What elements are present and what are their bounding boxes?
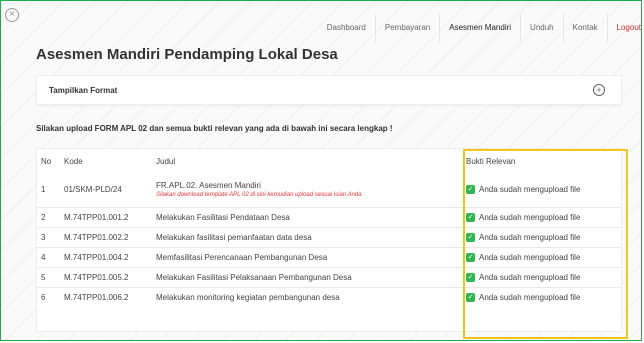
checkbox-checked-icon[interactable]: ✓: [466, 213, 475, 223]
header-no: No: [41, 157, 52, 166]
cell-judul: Memfasilitasi Perencanaan Pembangunan De…: [152, 247, 462, 268]
table-row: 1 01/SKM-PLD/24 FR.APL.02. Asesmen Mandi…: [37, 172, 621, 208]
top-nav: Dashboard Pembayaran Asesmen Mandiri Und…: [318, 14, 644, 42]
table-row: 3 M.74TPP01.002.2 Melakukan fasilitasi p…: [37, 227, 621, 248]
download-template-link[interactable]: Silakan download template APL 02 di sini…: [156, 192, 458, 198]
nav-kontak[interactable]: Kontak: [564, 14, 608, 42]
cell-kode: M.74TPP01.001.2: [60, 207, 152, 228]
table-row: 2 M.74TPP01.001.2 Melakukan Fasilitasi P…: [37, 207, 621, 228]
judul-text: FR.APL.02. Asesmen Mandiri: [156, 181, 261, 190]
cell-bukti: ✓ Anda sudah mengupload file: [462, 172, 621, 208]
cell-judul: Melakukan Fasilitasi Pendataan Desa: [152, 207, 462, 228]
cell-no: 5: [37, 267, 60, 288]
nav-unduh[interactable]: Unduh: [521, 14, 564, 42]
upload-status: Anda sudah mengupload file: [479, 292, 581, 302]
format-accordion[interactable]: Tampilkan Format +: [36, 75, 622, 105]
upload-status: Anda sudah mengupload file: [479, 232, 581, 242]
checkbox-checked-icon[interactable]: ✓: [466, 253, 475, 263]
header-kode: Kode: [64, 157, 83, 166]
checkbox-checked-icon[interactable]: ✓: [466, 273, 475, 283]
cell-bukti: ✓ Anda sudah mengupload file: [462, 267, 621, 288]
page-title: Asesmen Mandiri Pendamping Lokal Desa: [36, 46, 338, 63]
cell-bukti: ✓ Anda sudah mengupload file: [462, 207, 621, 228]
cell-no: 2: [37, 207, 60, 228]
cell-judul: Melakukan monitoring kegiatan pembanguna…: [152, 287, 462, 307]
table-row: 4 M.74TPP01.004.2 Memfasilitasi Perencan…: [37, 247, 621, 268]
cell-no: 3: [37, 227, 60, 248]
header-judul: Judul: [156, 157, 176, 166]
cell-judul: Melakukan Fasilitasi Pelaksanaan Pembang…: [152, 267, 462, 288]
cell-bukti: ✓ Anda sudah mengupload file: [462, 227, 621, 248]
cell-judul: FR.APL.02. Asesmen Mandiri Silakan downl…: [152, 172, 462, 208]
nav-logout[interactable]: Logout: [608, 14, 644, 42]
nav-dashboard[interactable]: Dashboard: [318, 14, 376, 42]
cell-bukti: ✓ Anda sudah mengupload file: [462, 287, 621, 307]
cell-no: 1: [41, 185, 46, 194]
cell-bukti: ✓ Anda sudah mengupload file: [462, 247, 621, 268]
table-row: 5 M.74TPP01.005.2 Melakukan Fasilitasi P…: [37, 267, 621, 288]
format-label: Tampilkan Format: [49, 86, 118, 95]
cell-kode: M.74TPP01.006.2: [60, 287, 152, 307]
close-icon[interactable]: ×: [5, 8, 19, 22]
cell-kode: M.74TPP01.004.2: [60, 247, 152, 268]
cell-kode: 01/SKM-PLD/24: [64, 185, 122, 194]
nav-pembayaran[interactable]: Pembayaran: [376, 14, 441, 42]
upload-status: Anda sudah mengupload file: [479, 184, 581, 194]
upload-status: Anda sudah mengupload file: [479, 272, 581, 282]
table-row: 6 M.74TPP01.006.2 Melakukan monitoring k…: [37, 287, 621, 307]
cell-judul: Melakukan fasilitasi pemanfaatan data de…: [152, 227, 462, 248]
competency-table-card: No Kode Judul Bukti Relevan 1 01/SKM-PLD…: [36, 148, 622, 332]
cell-kode: M.74TPP01.002.2: [60, 227, 152, 248]
expand-plus-icon[interactable]: +: [593, 84, 605, 96]
checkbox-checked-icon[interactable]: ✓: [466, 185, 475, 195]
upload-status: Anda sudah mengupload file: [479, 212, 581, 222]
upload-instruction: Silakan upload FORM APL 02 dan semua buk…: [36, 124, 393, 133]
header-bukti-relevan: Bukti Relevan: [466, 157, 516, 166]
table-header-row: No Kode Judul Bukti Relevan: [37, 149, 621, 172]
nav-asesmen-mandiri[interactable]: Asesmen Mandiri: [440, 14, 522, 42]
cell-kode: M.74TPP01.005.2: [60, 267, 152, 288]
competency-table: No Kode Judul Bukti Relevan 1 01/SKM-PLD…: [37, 149, 621, 307]
checkbox-checked-icon[interactable]: ✓: [466, 233, 475, 243]
cell-no: 4: [37, 247, 60, 268]
upload-status: Anda sudah mengupload file: [479, 252, 581, 262]
cell-no: 6: [37, 287, 60, 307]
checkbox-checked-icon[interactable]: ✓: [466, 293, 475, 303]
